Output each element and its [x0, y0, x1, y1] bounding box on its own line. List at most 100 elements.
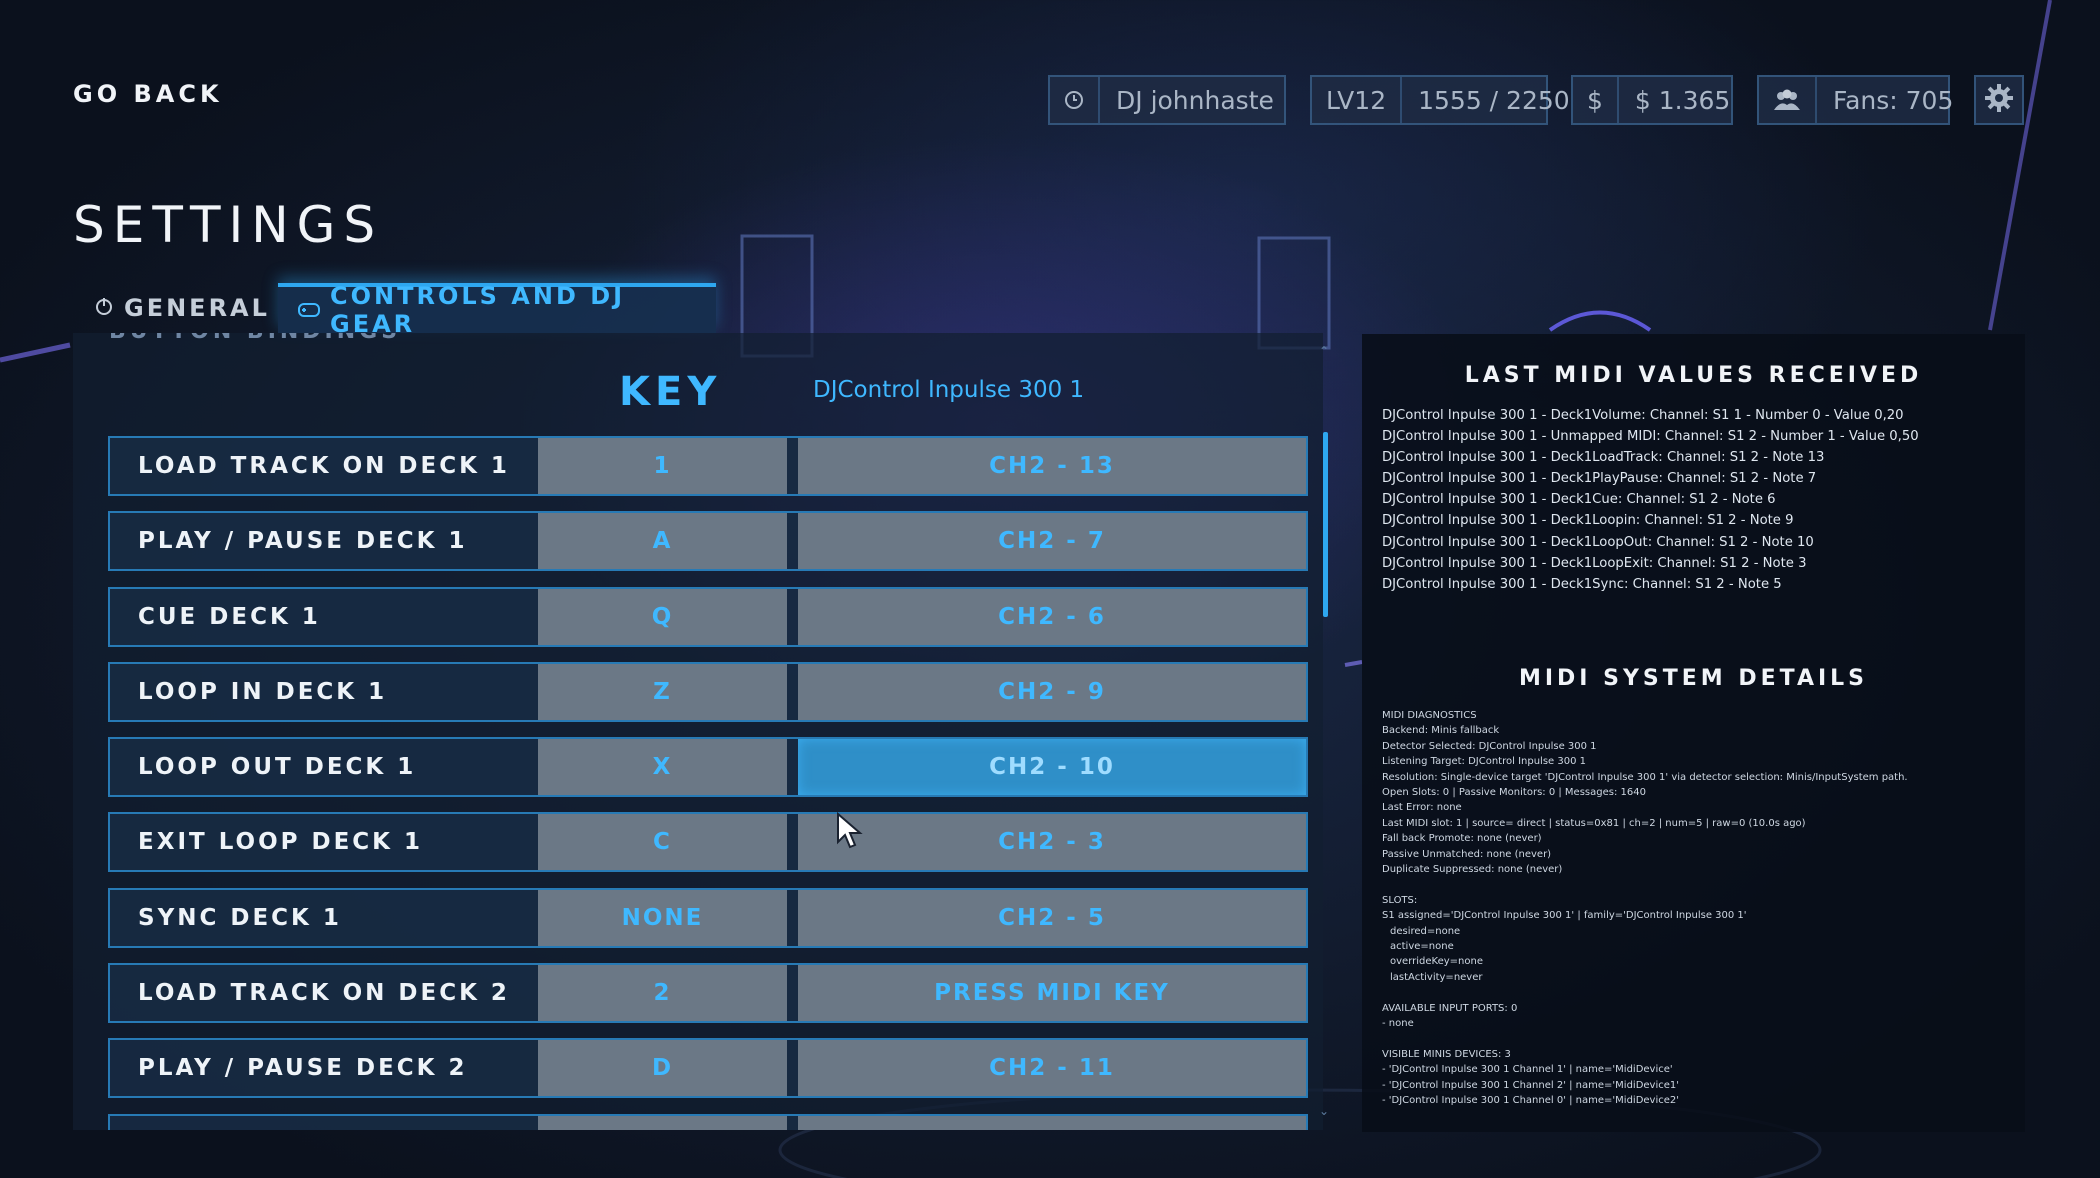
- midi-binding-button[interactable]: CH2 - 3: [798, 814, 1306, 871]
- diag-line: SLOTS:: [1382, 894, 1418, 906]
- diag-line: Passive Unmatched: none (never): [1382, 848, 1552, 860]
- gear-icon: [1983, 82, 2015, 118]
- binding-action-label: CUE DECK 1: [138, 603, 321, 630]
- binding-action-label: LOAD TRACK ON DECK 1: [138, 453, 510, 479]
- diag-spacer: [1382, 985, 2012, 1000]
- clock-icon: [1050, 77, 1100, 123]
- section-heading: BUTTON BINDINGS: [109, 333, 401, 344]
- midi-system-details-title: MIDI SYSTEM DETAILS: [1518, 666, 1869, 691]
- key-binding-button[interactable]: NONE: [538, 889, 787, 946]
- diag-line: active=none: [1390, 941, 1454, 953]
- binding-row: LOAD TRACK ON DECK 2 2 PRESS MIDI KEY: [108, 963, 1308, 1024]
- scroll-up-arrow[interactable]: ⌃: [1318, 344, 1330, 358]
- midi-info-panel: LAST MIDI VALUES RECEIVED DJControl Inpu…: [1362, 334, 2025, 1132]
- diag-line: - 'DJControl Inpulse 300 1 Channel 0' | …: [1382, 1095, 1680, 1107]
- midi-diagnostics-text: MIDI DIAGNOSTICS Backend: Minis fallback…: [1382, 708, 2012, 1109]
- key-binding-button[interactable]: 2: [538, 965, 787, 1022]
- midi-binding-button[interactable]: PRESS MIDI KEY: [798, 965, 1306, 1022]
- diag-spacer: [1382, 1032, 2012, 1047]
- midi-value-line: DJControl Inpulse 300 1 - Deck1LoadTrack…: [1382, 450, 1825, 466]
- key-binding-button[interactable]: Q: [538, 588, 787, 645]
- money-value: $ 1.365: [1634, 85, 1731, 115]
- diag-line: Backend: Minis fallback: [1382, 725, 1500, 737]
- binding-row: LOOP IN DECK 1 Z CH2 - 9: [108, 661, 1308, 722]
- key-binding-button[interactable]: D: [538, 1040, 787, 1097]
- binding-row: PLAY / PAUSE DECK 2 D CH2 - 11: [108, 1038, 1308, 1099]
- binding-action-label: PLAY / PAUSE DECK 2: [138, 1055, 468, 1082]
- key-binding-button[interactable]: A: [538, 513, 787, 570]
- binding-action-label: SYNC DECK 1: [138, 904, 342, 931]
- diag-line: desired=none: [1390, 925, 1461, 937]
- midi-binding-button[interactable]: CH2 - 11: [798, 1040, 1306, 1097]
- binding-row: SYNC DECK 1 NONE CH2 - 5: [108, 887, 1308, 948]
- diag-line: VISIBLE MINIS DEVICES: 3: [1382, 1048, 1511, 1060]
- diag-line: S1 assigned='DJControl Inpulse 300 1' | …: [1382, 910, 1747, 922]
- binding-row-partial: [108, 1113, 1308, 1130]
- binding-row: PLAY / PAUSE DECK 1 A CH2 - 7: [108, 511, 1308, 572]
- binding-action-label: LOOP OUT DECK 1: [138, 754, 417, 781]
- diag-line: overrideKey=none: [1390, 956, 1483, 968]
- fans-badge: Fans: 705: [1757, 75, 1953, 125]
- diag-line: MIDI DIAGNOSTICS: [1382, 710, 1477, 721]
- binding-action-label: EXIT LOOP DECK 1: [138, 829, 424, 856]
- binding-action-label: LOAD TRACK ON DECK 2: [138, 980, 510, 1007]
- gamepad-icon: [298, 296, 320, 324]
- midi-binding-button[interactable]: CH2 - 5: [798, 889, 1306, 946]
- diag-line: - none: [1382, 1018, 1414, 1030]
- scrollbar-thumb[interactable]: [1323, 432, 1328, 617]
- midi-value-line: DJControl Inpulse 300 1 - Deck1LoopExit:…: [1382, 555, 1807, 571]
- tab-controls-label: CONTROLS AND DJ GEAR: [330, 282, 626, 338]
- diag-line: AVAILABLE INPUT PORTS: 0: [1382, 1002, 1518, 1014]
- midi-value-line: DJControl Inpulse 300 1 - Unmapped MIDI:…: [1382, 429, 1919, 445]
- go-back-button[interactable]: GO BACK: [73, 80, 223, 108]
- binding-row: LOOP OUT DECK 1 X CH2 - 10: [108, 737, 1308, 798]
- dj-name-badge: DJ johnhaste: [1048, 75, 1286, 125]
- key-column-header: KEY: [619, 369, 722, 415]
- settings-gear-button[interactable]: [1974, 75, 2024, 125]
- diag-line: Last Error: none: [1382, 802, 1462, 814]
- midi-binding-button[interactable]: CH2 - 7: [798, 513, 1306, 570]
- bindings-list: LOAD TRACK ON DECK 1 1 CH2 - 13 PLAY / P…: [108, 436, 1308, 1130]
- diag-line: Resolution: Single-device target 'DJCont…: [1382, 771, 1908, 783]
- binding-row: CUE DECK 1 Q CH2 - 6: [108, 586, 1308, 647]
- key-binding-button[interactable]: X: [538, 739, 787, 796]
- scroll-down-arrow[interactable]: ⌄: [1318, 1104, 1330, 1118]
- diag-line: - 'DJControl Inpulse 300 1 Channel 1' | …: [1382, 1064, 1673, 1076]
- xp-value: 1555 / 2250: [1418, 85, 1570, 115]
- binding-action-label: PLAY / PAUSE DECK 1: [138, 528, 468, 555]
- diag-line: Listening Target: DJControl Inpulse 300 …: [1382, 756, 1586, 768]
- midi-binding-button[interactable]: [798, 1115, 1306, 1130]
- diag-line: Last MIDI slot: 1 | source= direct | sta…: [1382, 817, 1806, 829]
- key-binding-button[interactable]: 1: [538, 438, 787, 494]
- diag-line: lastActivity=never: [1390, 971, 1483, 983]
- midi-binding-button[interactable]: CH2 - 6: [798, 588, 1306, 645]
- tab-controls-and-dj-gear[interactable]: CONTROLS AND DJ GEAR: [278, 282, 716, 338]
- last-midi-values-title: LAST MIDI VALUES RECEIVED: [1464, 363, 1923, 388]
- key-binding-button[interactable]: C: [538, 814, 787, 871]
- binding-action-label: LOOP IN DECK 1: [138, 678, 388, 705]
- fans-value: Fans: 705: [1833, 85, 1954, 115]
- midi-value-line: DJControl Inpulse 300 1 - Deck1Sync: Cha…: [1382, 576, 1782, 592]
- midi-binding-button-hovered[interactable]: CH2 - 10: [798, 739, 1306, 796]
- midi-device-value: DJControl Inpulse 300 1: [813, 377, 1085, 403]
- midi-value-line: DJControl Inpulse 300 1 - Deck1Loopin: C…: [1382, 513, 1794, 529]
- midi-value-line: DJControl Inpulse 300 1 - Deck1Cue: Chan…: [1382, 492, 1776, 508]
- diag-spacer: [1382, 877, 2012, 892]
- mouse-cursor-icon: [836, 811, 870, 852]
- key-binding-button[interactable]: [538, 1115, 787, 1130]
- power-icon: [94, 294, 114, 322]
- diag-line: Duplicate Suppressed: none (never): [1382, 864, 1563, 876]
- key-binding-button[interactable]: Z: [538, 663, 787, 720]
- midi-binding-button[interactable]: CH2 - 9: [798, 663, 1306, 720]
- level-label: LV12: [1312, 77, 1403, 123]
- diag-line: Detector Selected: DJControl Inpulse 300…: [1382, 740, 1597, 752]
- midi-value-line: DJControl Inpulse 300 1 - Deck1Volume: C…: [1382, 408, 1904, 423]
- tab-general[interactable]: GENERAL: [80, 283, 275, 333]
- dj-name: DJ johnhaste: [1116, 85, 1274, 115]
- binding-row: LOAD TRACK ON DECK 1 1 CH2 - 13: [108, 436, 1308, 496]
- midi-binding-button[interactable]: CH2 - 13: [798, 438, 1306, 494]
- midi-device-dropdown[interactable]: DJControl Inpulse 300 1 ⌄: [813, 373, 1323, 407]
- diag-line: - 'DJControl Inpulse 300 1 Channel 2' | …: [1382, 1079, 1680, 1091]
- dollar-icon: $: [1573, 77, 1619, 123]
- money-badge: $ $ 1.365: [1571, 75, 1733, 125]
